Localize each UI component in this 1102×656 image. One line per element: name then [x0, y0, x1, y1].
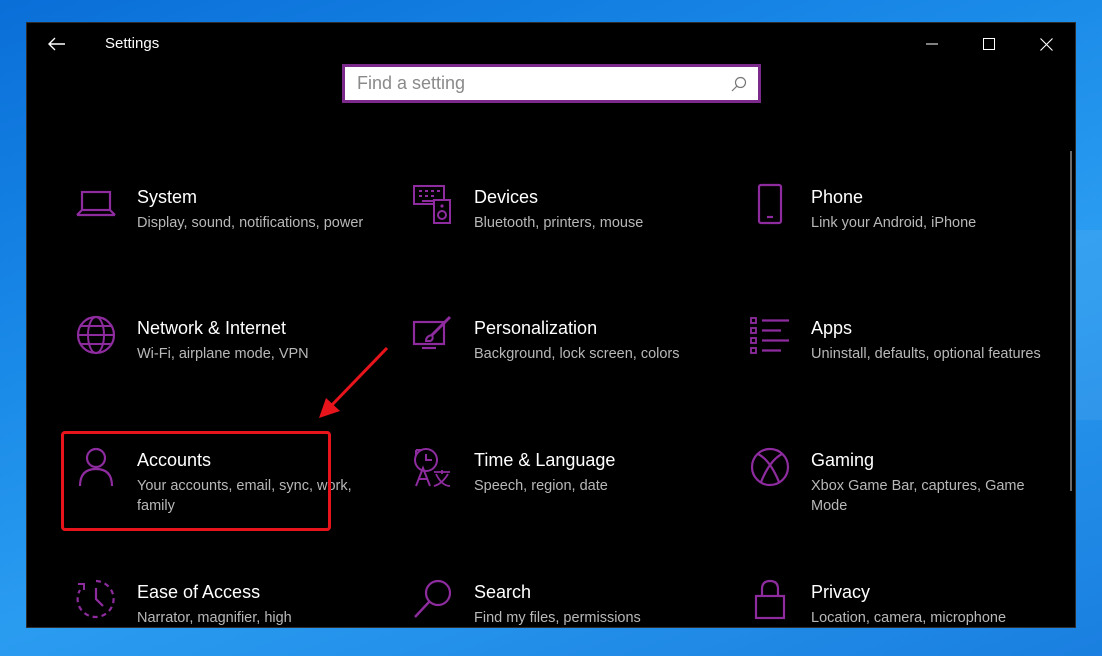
- tile-search[interactable]: Search Find my files, permissions: [412, 578, 712, 627]
- tile-gaming[interactable]: Gaming Xbox Game Bar, captures, Game Mod…: [749, 446, 1049, 556]
- tile-description: Link your Android, iPhone: [811, 215, 977, 231]
- window-title: Settings: [105, 35, 160, 52]
- tile-description: Xbox Game Bar, captures, Game Mode: [811, 478, 1025, 514]
- tile-name: Phone: [811, 187, 864, 207]
- globe-icon: [75, 314, 117, 356]
- tile-devices[interactable]: Devices Bluetooth, printers, mouse: [412, 183, 712, 293]
- search-input[interactable]: [345, 67, 728, 100]
- time-language-icon: [412, 446, 454, 488]
- title-bar: Settings: [27, 23, 1075, 65]
- tile-name: Privacy: [811, 582, 871, 602]
- tile-name: Time & Language: [474, 450, 616, 470]
- tile-description: Narrator, magnifier, high: [137, 610, 292, 626]
- tile-network-internet[interactable]: Network & Internet Wi-Fi, airplane mode,…: [75, 314, 375, 424]
- tile-description: Location, camera, microphone: [811, 610, 1007, 626]
- xbox-icon: [749, 446, 791, 488]
- maximize-button[interactable]: [974, 31, 1004, 57]
- close-button[interactable]: [1031, 31, 1061, 57]
- desktop-background: [1076, 230, 1102, 420]
- tile-name: System: [137, 187, 198, 207]
- back-button[interactable]: [43, 32, 71, 56]
- back-arrow-icon: [48, 37, 65, 51]
- person-icon: [75, 446, 117, 488]
- tile-description: Your accounts, email, sync, work, family: [137, 478, 352, 514]
- scrollbar[interactable]: [1070, 151, 1072, 491]
- tile-system[interactable]: System Display, sound, notifications, po…: [75, 183, 375, 293]
- ease-of-access-icon: [75, 578, 117, 620]
- minimize-icon: [926, 43, 938, 45]
- tile-description: Bluetooth, printers, mouse: [474, 215, 644, 231]
- tile-name: Devices: [474, 187, 539, 207]
- tile-name: Personalization: [474, 318, 598, 338]
- paintbrush-icon: [412, 314, 454, 356]
- tile-privacy[interactable]: Privacy Location, camera, microphone: [749, 578, 1049, 627]
- tile-description: Background, lock screen, colors: [474, 346, 680, 362]
- tile-name: Network & Internet: [137, 318, 287, 338]
- tile-description: Uninstall, defaults, optional features: [811, 346, 1041, 362]
- minimize-button[interactable]: [917, 31, 947, 57]
- tile-accounts[interactable]: Accounts Your accounts, email, sync, wor…: [75, 446, 375, 556]
- tile-name: Apps: [811, 318, 853, 338]
- search-icon[interactable]: [728, 73, 750, 95]
- keyboard-speaker-icon: [412, 183, 454, 225]
- settings-window: Settings Find a setting System Display, …: [26, 22, 1076, 628]
- apps-list-icon: [749, 314, 791, 356]
- tile-name: Search: [474, 582, 532, 602]
- tile-description: Find my files, permissions: [474, 610, 641, 626]
- tile-time-language[interactable]: Time & Language Speech, region, date: [412, 446, 712, 556]
- tile-personalization[interactable]: Personalization Background, lock screen,…: [412, 314, 712, 424]
- maximize-icon: [983, 38, 995, 50]
- phone-icon: [749, 183, 791, 225]
- tile-name: Ease of Access: [137, 582, 261, 602]
- tile-description: Wi-Fi, airplane mode, VPN: [137, 346, 309, 362]
- tile-phone[interactable]: Phone Link your Android, iPhone: [749, 183, 1049, 293]
- close-icon: [1039, 37, 1053, 51]
- tile-description: Display, sound, notifications, power: [137, 215, 364, 231]
- tile-name: Gaming: [811, 450, 875, 470]
- magnifier-icon: [412, 578, 454, 620]
- tile-apps[interactable]: Apps Uninstall, defaults, optional featu…: [749, 314, 1049, 424]
- tile-name: Accounts: [137, 450, 212, 470]
- search-box: [342, 64, 761, 103]
- tile-description: Speech, region, date: [474, 478, 608, 494]
- tile-ease-of-access[interactable]: Ease of Access Narrator, magnifier, high: [75, 578, 375, 627]
- lock-icon: [749, 578, 791, 620]
- laptop-icon: [75, 183, 117, 225]
